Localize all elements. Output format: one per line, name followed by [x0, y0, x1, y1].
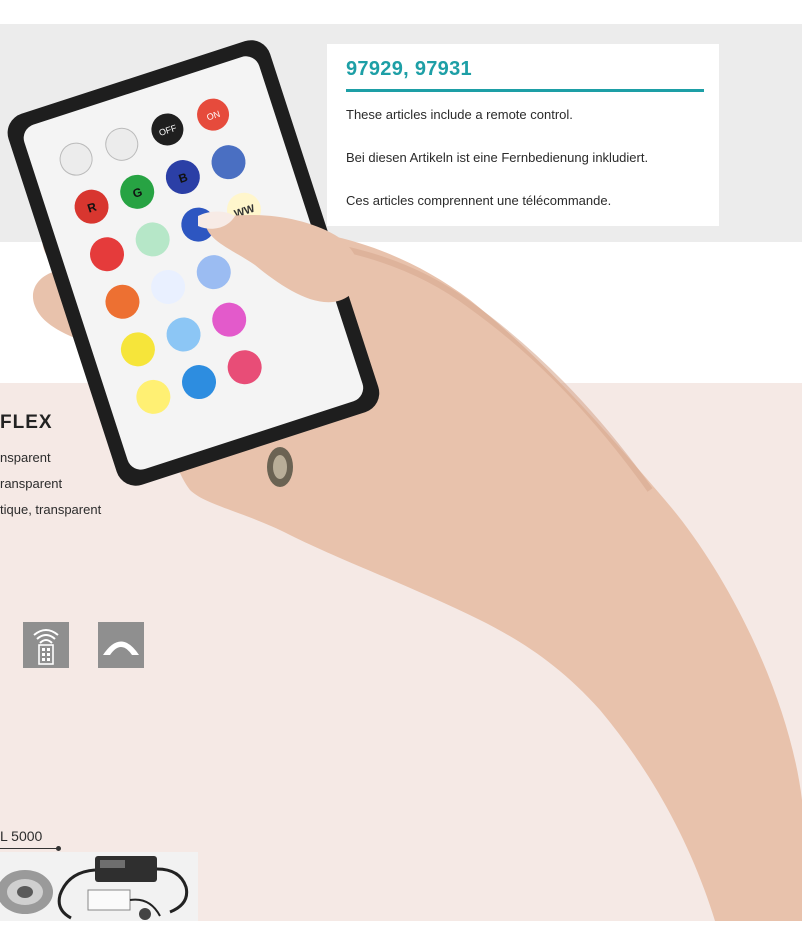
dimmer-icon: [98, 622, 144, 668]
material-line-3: tique, transparent: [0, 502, 102, 517]
article-numbers-title: 97929, 97931: [346, 58, 472, 80]
material-line-1: nsparent: [0, 450, 51, 465]
length-label: L 5000: [0, 828, 43, 844]
info-text-german: Bei diesen Artikeln ist eine Fernbedienu…: [346, 150, 649, 165]
title-underline: [346, 89, 704, 92]
led-strip-kit-photo: [0, 852, 198, 921]
length-dimension-end: [56, 846, 61, 851]
remote-control-icon: [23, 622, 69, 668]
product-title: FLEX: [0, 412, 53, 433]
material-line-2: ransparent: [0, 476, 63, 491]
info-text-french: Ces articles comprennent une télécommand…: [346, 193, 612, 208]
info-card: 97929, 97931 These articles include a re…: [327, 44, 719, 226]
length-dimension-line: [0, 848, 59, 849]
info-text-english: These articles include a remote control.: [346, 107, 573, 122]
